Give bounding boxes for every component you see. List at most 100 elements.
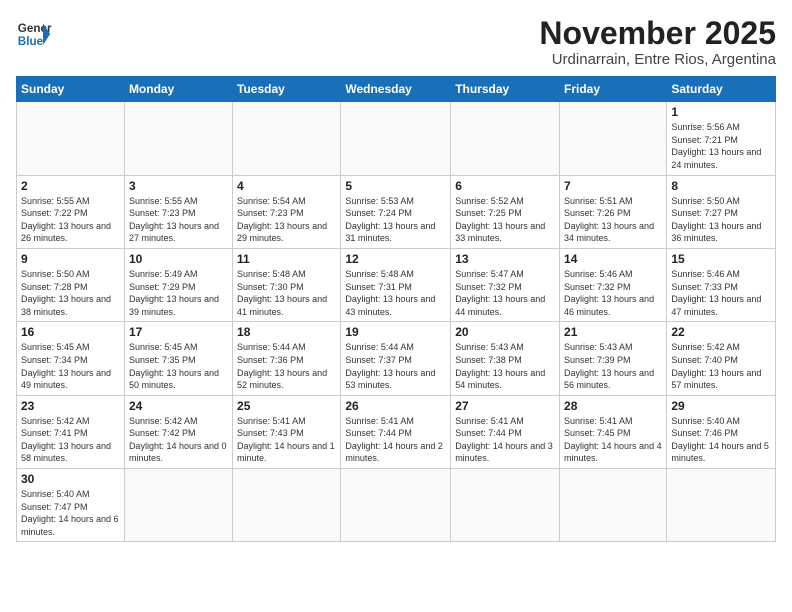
day-info: Sunrise: 5:43 AMSunset: 7:39 PMDaylight:… [564,341,662,391]
calendar-row-3: 9 Sunrise: 5:50 AMSunset: 7:28 PMDaylight… [17,248,776,321]
day-cell-10: 10Sunrise: 5:49 AMSunset: 7:29 PMDayligh… [124,248,232,321]
day-number: 9 [21,252,120,266]
day-number: 16 [21,325,120,339]
day-info: Sunrise: 5:47 AMSunset: 7:32 PMDaylight:… [455,268,555,318]
day-cell-5: 5 Sunrise: 5:53 AMSunset: 7:24 PMDaylight… [341,175,451,248]
day-number: 13 [455,252,555,266]
day-cell-24: 24 Sunrise: 5:42 AMSunset: 7:42 PMDayligh… [124,395,232,468]
day-cell-0 [233,102,341,175]
day-info: Sunrise: 5:46 AMSunset: 7:33 PMDaylight:… [671,268,771,318]
day-number: 20 [455,325,555,339]
day-number: 7 [564,179,662,193]
day-cell-13: 13 Sunrise: 5:47 AMSunset: 7:32 PMDayligh… [451,248,560,321]
day-info: Sunrise: 5:45 AMSunset: 7:34 PMDaylight:… [21,341,120,391]
calendar-row-2: 2Sunrise: 5:55 AMSunset: 7:22 PMDaylight… [17,175,776,248]
day-info: Sunrise: 5:56 AMSunset: 7:21 PMDaylight:… [671,121,771,171]
day-cell-17: 17Sunrise: 5:45 AMSunset: 7:35 PMDayligh… [124,322,232,395]
day-cell-30: 30 Sunrise: 5:40 AMSunset: 7:47 PMDayligh… [17,469,125,542]
day-number: 29 [671,399,771,413]
day-cell-0 [124,102,232,175]
day-number: 30 [21,472,120,486]
calendar: Sunday Monday Tuesday Wednesday Thursday… [16,76,776,542]
calendar-row-4: 16 Sunrise: 5:45 AMSunset: 7:34 PMDayligh… [17,322,776,395]
day-number: 6 [455,179,555,193]
day-cell-27: 27 Sunrise: 5:41 AMSunset: 7:44 PMDayligh… [451,395,560,468]
calendar-row-6: 30 Sunrise: 5:40 AMSunset: 7:47 PMDayligh… [17,469,776,542]
header-saturday: Saturday [667,77,776,102]
day-number: 8 [671,179,771,193]
day-info: Sunrise: 5:41 AMSunset: 7:44 PMDaylight:… [345,415,446,465]
day-cell-3: 3Sunrise: 5:55 AMSunset: 7:23 PMDaylight… [124,175,232,248]
day-info: Sunrise: 5:48 AMSunset: 7:30 PMDaylight:… [237,268,336,318]
day-info: Sunrise: 5:50 AMSunset: 7:28 PMDaylight:… [21,268,120,318]
month-title: November 2025 [539,16,776,51]
day-cell-15: 15 Sunrise: 5:46 AMSunset: 7:33 PMDayligh… [667,248,776,321]
day-cell-0 [667,469,776,542]
day-info: Sunrise: 5:54 AMSunset: 7:23 PMDaylight:… [237,195,336,245]
day-number: 17 [129,325,228,339]
day-number: 12 [345,252,446,266]
calendar-row-5: 23 Sunrise: 5:42 AMSunset: 7:41 PMDayligh… [17,395,776,468]
header-tuesday: Tuesday [233,77,341,102]
weekday-header-row: Sunday Monday Tuesday Wednesday Thursday… [17,77,776,102]
day-info: Sunrise: 5:40 AMSunset: 7:46 PMDaylight:… [671,415,771,465]
day-number: 4 [237,179,336,193]
day-info: Sunrise: 5:51 AMSunset: 7:26 PMDaylight:… [564,195,662,245]
location-title: Urdinarrain, Entre Rios, Argentina [539,51,776,68]
day-info: Sunrise: 5:44 AMSunset: 7:36 PMDaylight:… [237,341,336,391]
day-number: 19 [345,325,446,339]
logo: General Blue [16,16,52,52]
day-cell-28: 28 Sunrise: 5:41 AMSunset: 7:45 PMDayligh… [560,395,667,468]
day-cell-25: 25Sunrise: 5:41 AMSunset: 7:43 PMDayligh… [233,395,341,468]
day-info: Sunrise: 5:53 AMSunset: 7:24 PMDaylight:… [345,195,446,245]
day-info: Sunrise: 5:42 AMSunset: 7:40 PMDaylight:… [671,341,771,391]
day-cell-0 [560,469,667,542]
day-info: Sunrise: 5:55 AMSunset: 7:23 PMDaylight:… [129,195,228,245]
day-info: Sunrise: 5:46 AMSunset: 7:32 PMDaylight:… [564,268,662,318]
day-number: 5 [345,179,446,193]
header-monday: Monday [124,77,232,102]
day-info: Sunrise: 5:44 AMSunset: 7:37 PMDaylight:… [345,341,446,391]
day-info: Sunrise: 5:52 AMSunset: 7:25 PMDaylight:… [455,195,555,245]
day-number: 28 [564,399,662,413]
day-cell-18: 18Sunrise: 5:44 AMSunset: 7:36 PMDayligh… [233,322,341,395]
day-cell-22: 22Sunrise: 5:42 AMSunset: 7:40 PMDayligh… [667,322,776,395]
day-info: Sunrise: 5:41 AMSunset: 7:44 PMDaylight:… [455,415,555,465]
day-info: Sunrise: 5:40 AMSunset: 7:47 PMDaylight:… [21,488,120,538]
day-info: Sunrise: 5:42 AMSunset: 7:42 PMDaylight:… [129,415,228,465]
day-number: 15 [671,252,771,266]
day-info: Sunrise: 5:55 AMSunset: 7:22 PMDaylight:… [21,195,120,245]
day-cell-29: 29 Sunrise: 5:40 AMSunset: 7:46 PMDayligh… [667,395,776,468]
day-number: 14 [564,252,662,266]
day-cell-19: 19 Sunrise: 5:44 AMSunset: 7:37 PMDayligh… [341,322,451,395]
logo-icon: General Blue [16,16,52,52]
day-number: 23 [21,399,120,413]
day-number: 25 [237,399,336,413]
day-cell-0 [341,469,451,542]
day-info: Sunrise: 5:42 AMSunset: 7:41 PMDaylight:… [21,415,120,465]
header-sunday: Sunday [17,77,125,102]
day-info: Sunrise: 5:49 AMSunset: 7:29 PMDaylight:… [129,268,228,318]
day-cell-9: 9 Sunrise: 5:50 AMSunset: 7:28 PMDaylight… [17,248,125,321]
day-number: 27 [455,399,555,413]
day-cell-12: 12Sunrise: 5:48 AMSunset: 7:31 PMDayligh… [341,248,451,321]
day-cell-0 [560,102,667,175]
day-cell-0 [17,102,125,175]
day-number: 26 [345,399,446,413]
day-info: Sunrise: 5:41 AMSunset: 7:45 PMDaylight:… [564,415,662,465]
day-cell-20: 20 Sunrise: 5:43 AMSunset: 7:38 PMDayligh… [451,322,560,395]
day-cell-11: 11Sunrise: 5:48 AMSunset: 7:30 PMDayligh… [233,248,341,321]
header-wednesday: Wednesday [341,77,451,102]
day-number: 24 [129,399,228,413]
day-number: 1 [671,105,771,119]
day-info: Sunrise: 5:43 AMSunset: 7:38 PMDaylight:… [455,341,555,391]
header: General Blue November 2025 Urdinarrain, … [16,16,776,68]
day-cell-16: 16 Sunrise: 5:45 AMSunset: 7:34 PMDayligh… [17,322,125,395]
day-cell-6: 6 Sunrise: 5:52 AMSunset: 7:25 PMDaylight… [451,175,560,248]
day-cell-21: 21Sunrise: 5:43 AMSunset: 7:39 PMDayligh… [560,322,667,395]
day-cell-7: 7 Sunrise: 5:51 AMSunset: 7:26 PMDaylight… [560,175,667,248]
day-cell-0 [451,102,560,175]
day-cell-14: 14 Sunrise: 5:46 AMSunset: 7:32 PMDayligh… [560,248,667,321]
day-cell-1: 1 Sunrise: 5:56 AMSunset: 7:21 PMDaylight… [667,102,776,175]
day-cell-0 [124,469,232,542]
